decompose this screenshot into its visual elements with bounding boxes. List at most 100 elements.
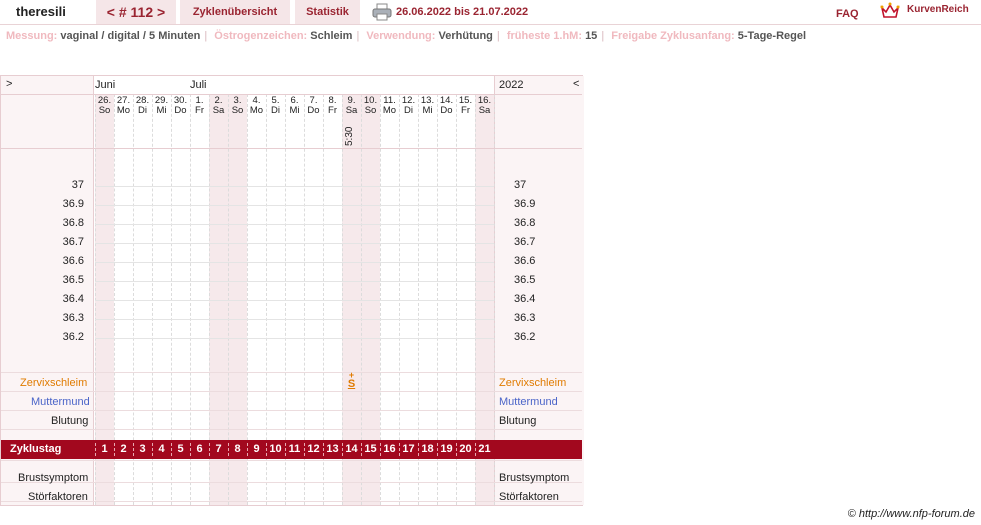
- cycle-day-separator: [266, 443, 267, 456]
- day-header[interactable]: 13. Mi: [418, 96, 437, 116]
- cycle-day-separator: [323, 443, 324, 456]
- day-weekday: Sa: [212, 105, 225, 116]
- temp-tick-left: 36.5: [62, 274, 84, 286]
- day-weekday: Mo: [116, 105, 131, 116]
- day-weekday: Sa: [345, 105, 358, 116]
- cycle-day-separator: [95, 443, 96, 456]
- day-header[interactable]: 27. Mo: [114, 96, 133, 116]
- day-header[interactable]: 6. Mi: [285, 96, 304, 116]
- cycle-day-number: 3: [139, 443, 146, 455]
- cycle-day-separator: [361, 443, 362, 456]
- day-weekday: Sa: [478, 105, 491, 116]
- copyright: © http://www.nfp-forum.de: [847, 508, 975, 520]
- day-weekday: Fr: [195, 105, 204, 116]
- cycle-day-number: 10: [269, 443, 282, 455]
- crown-logo-icon: [880, 2, 900, 18]
- cycle-day-separator: [133, 443, 134, 456]
- grid-row-line: [95, 205, 494, 206]
- cycle-day-number: 6: [196, 443, 203, 455]
- cycle-day-number: 17: [402, 443, 415, 455]
- day-header[interactable]: 5. Di: [266, 96, 285, 116]
- nav-next-button[interactable]: <: [573, 78, 579, 90]
- temp-tick-right: 36.3: [514, 312, 536, 324]
- cycle-day-separator: [342, 443, 343, 456]
- cycle-day-separator: [475, 443, 476, 456]
- cycle-day-number: 21: [478, 443, 491, 455]
- top-bar: theresili < # 112 > Zyklenübersicht Stat…: [0, 0, 981, 25]
- day-header[interactable]: 2. Sa: [209, 96, 228, 116]
- temp-tick-right: 36.9: [514, 198, 536, 210]
- cycle-info: Messung: vaginal / digital / 5 Minuten | …: [6, 30, 807, 42]
- grid-row-line: [1, 410, 582, 411]
- cycle-day-separator: [456, 443, 457, 456]
- day-header[interactable]: 7. Do: [304, 96, 323, 116]
- faq-link[interactable]: FAQ: [836, 8, 859, 20]
- cycle-day-number: 15: [364, 443, 377, 455]
- row-label-brustsymptom: Brustsymptom: [18, 472, 89, 484]
- cycle-day-separator: [285, 443, 286, 456]
- temp-tick-left: 36.9: [62, 198, 84, 210]
- day-header[interactable]: 12. Di: [399, 96, 418, 116]
- cycle-day-separator: [209, 443, 210, 456]
- day-header[interactable]: 26. So: [95, 96, 114, 116]
- row-label-blutung-right: Blutung: [499, 415, 537, 427]
- day-header[interactable]: 28. Di: [133, 96, 152, 116]
- grid-row-line: [95, 224, 494, 225]
- day-weekday: Mi: [422, 105, 433, 116]
- temp-tick-right: 36.8: [514, 217, 536, 229]
- day-header[interactable]: 9. Sa: [342, 96, 361, 116]
- day-header[interactable]: 16. Sa: [475, 96, 494, 116]
- info-label-verwendung: Verwendung:: [366, 30, 436, 42]
- day-weekday: Fr: [328, 105, 337, 116]
- cycle-day-number: 12: [307, 443, 320, 455]
- temp-tick-left: 36.7: [62, 236, 84, 248]
- day-header[interactable]: 10. So: [361, 96, 380, 116]
- cycle-day-separator: [304, 443, 305, 456]
- printer-icon[interactable]: [372, 3, 392, 21]
- nav-prev-button[interactable]: >: [6, 78, 12, 90]
- day-weekday: Di: [138, 105, 147, 116]
- brand-name[interactable]: KurvenReich: [907, 4, 969, 15]
- grid-row-line: [95, 281, 494, 282]
- cycle-day-separator: [418, 443, 419, 456]
- day-weekday: So: [98, 105, 111, 116]
- day-header[interactable]: 1. Fr: [190, 96, 209, 116]
- tab-statistik[interactable]: Statistik: [295, 0, 360, 24]
- cycle-navigator[interactable]: < # 112 >: [96, 0, 176, 24]
- cycle-day-number: 9: [253, 443, 260, 455]
- cycle-day-separator: [152, 443, 153, 456]
- grid-row-line: [1, 372, 582, 373]
- cycle-day-separator: [437, 443, 438, 456]
- day-header[interactable]: 14. Do: [437, 96, 456, 116]
- grid-row-line: [95, 338, 494, 339]
- cycle-day-number: 19: [440, 443, 453, 455]
- tab-zyklenuebersicht[interactable]: Zyklenübersicht: [180, 0, 290, 24]
- day-header[interactable]: 4. Mo: [247, 96, 266, 116]
- cycle-day-number: 13: [326, 443, 339, 455]
- day-header[interactable]: 3. So: [228, 96, 247, 116]
- cycle-day-number: 14: [345, 443, 358, 455]
- grid-row-line: [1, 460, 582, 461]
- temp-tick-right: 36.6: [514, 255, 536, 267]
- day-header[interactable]: 30. Do: [171, 96, 190, 116]
- day-header[interactable]: 15. Fr: [456, 96, 475, 116]
- temp-tick-right: 36.2: [514, 331, 536, 343]
- year-label: 2022: [499, 79, 524, 91]
- day-weekday: Mi: [289, 105, 300, 116]
- cycle-day-separator: [114, 443, 115, 456]
- row-label-stoerfaktoren-right: Störfaktoren: [499, 491, 559, 503]
- temp-tick-right: 36.5: [514, 274, 536, 286]
- info-label-oestrogen: Östrogenzeichen:: [214, 30, 308, 42]
- cycle-day-separator: [171, 443, 172, 456]
- cycle-day-number: 2: [120, 443, 127, 455]
- day-weekday: Do: [307, 105, 320, 116]
- day-header[interactable]: 8. Fr: [323, 96, 342, 116]
- day-weekday: So: [364, 105, 377, 116]
- row-label-stoerfaktoren: Störfaktoren: [28, 491, 88, 503]
- day-header[interactable]: 11. Mo: [380, 96, 399, 116]
- day-header[interactable]: 29. Mi: [152, 96, 171, 116]
- day-weekday: Fr: [461, 105, 470, 116]
- cycle-day-separator: [380, 443, 381, 456]
- cycle-day-number: 8: [234, 443, 241, 455]
- cycle-day-number: 7: [215, 443, 222, 455]
